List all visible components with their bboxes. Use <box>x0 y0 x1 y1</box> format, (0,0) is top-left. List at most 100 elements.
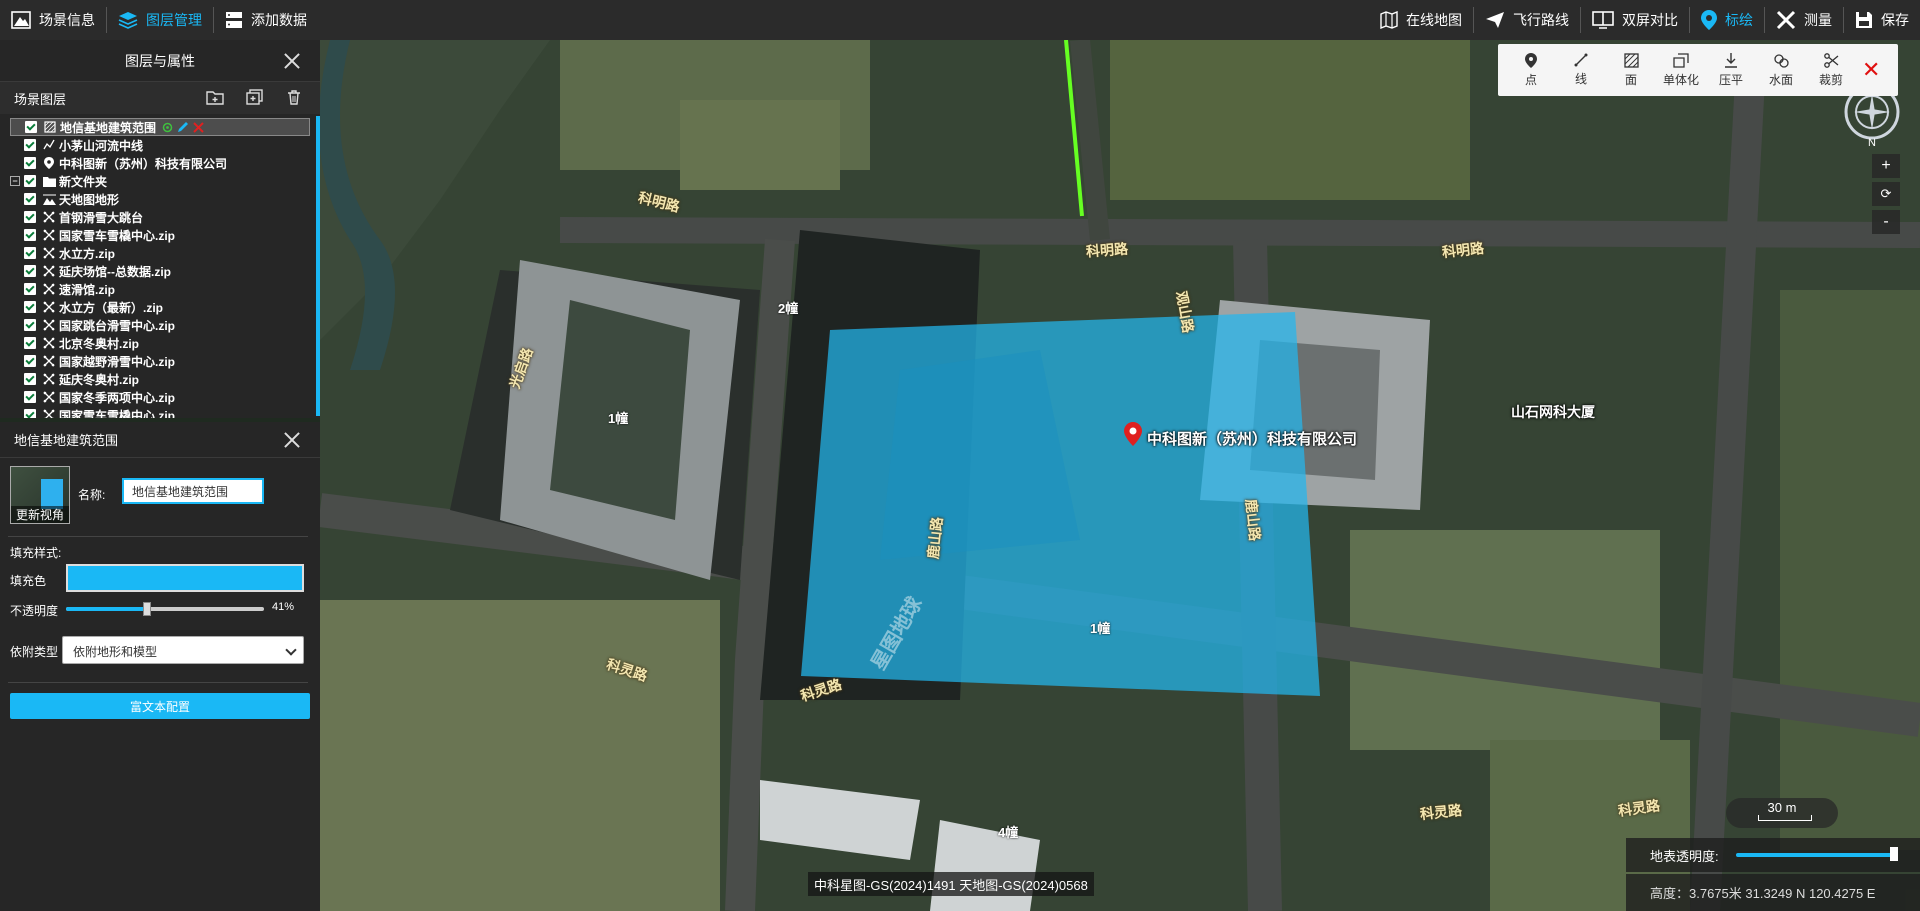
layer-item[interactable]: 国家雪车雪橇中心.zip <box>10 406 320 418</box>
add-folder-icon[interactable] <box>206 89 224 105</box>
surface-opacity-slider[interactable] <box>1736 853 1892 857</box>
zoom-out-button[interactable]: - <box>1872 210 1900 234</box>
layer-item[interactable]: 水立方（最新）.zip <box>10 298 320 316</box>
draw-draw-line-button[interactable]: 线 <box>1556 44 1606 96</box>
layer-checkbox[interactable] <box>24 301 36 313</box>
top-toolbar: 场景信息 图层管理 添加数据 在线地图 飞行路线 双屏对比 标绘 测量 保存 <box>0 0 1920 40</box>
add-layer-icon[interactable] <box>246 89 264 105</box>
poi-label[interactable]: 山石网科大厦 <box>1511 402 1595 422</box>
layer-item[interactable]: − 新文件夹 <box>10 172 320 190</box>
reset-view-button[interactable]: ⟳ <box>1872 182 1900 206</box>
layer-name: 北京冬奥村.zip <box>59 336 139 351</box>
scale-bar-line <box>1758 815 1812 821</box>
layer-item[interactable]: 国家跳台滑雪中心.zip <box>10 316 320 334</box>
layer-checkbox[interactable] <box>24 355 36 367</box>
toolbar-scene-info-button[interactable]: 场景信息 <box>0 0 106 40</box>
measure-icon <box>1776 10 1804 30</box>
opacity-value: 41% <box>272 601 295 613</box>
layer-checkbox[interactable] <box>24 337 36 349</box>
save-icon <box>1855 11 1881 29</box>
model-icon <box>42 373 56 385</box>
layer-checkbox[interactable] <box>24 409 36 418</box>
toolbar-label: 在线地图 <box>1406 12 1462 28</box>
layer-checkbox[interactable] <box>24 283 36 295</box>
layer-item[interactable]: 国家越野滑雪中心.zip <box>10 352 320 370</box>
rich-text-config-button[interactable]: 富文本配置 <box>10 693 310 719</box>
layer-item[interactable]: 地信基地建筑范围 <box>10 118 310 136</box>
draw-clip-button[interactable]: 裁剪 <box>1806 44 1856 96</box>
layer-checkbox[interactable] <box>24 319 36 331</box>
zoom-in-button[interactable]: + <box>1872 154 1900 178</box>
layer-panel-header: 图层与属性 <box>0 40 320 82</box>
layer-item[interactable]: 天地图地形 <box>10 190 320 208</box>
layer-checkbox[interactable] <box>24 373 36 385</box>
layer-item[interactable]: 中科图新（苏州）科技有限公司 <box>10 154 320 172</box>
layer-item[interactable]: 国家冬季两项中心.zip <box>10 388 320 406</box>
layer-item[interactable]: 速滑馆.zip <box>10 280 320 298</box>
layer-checkbox[interactable] <box>24 229 36 241</box>
layer-item[interactable]: 小茅山河流中线 <box>10 136 320 154</box>
collapse-icon[interactable]: − <box>10 176 20 186</box>
opacity-slider-fill <box>66 607 148 611</box>
water-icon <box>1773 53 1789 71</box>
draw-tool-label: 线 <box>1574 72 1587 86</box>
layer-item[interactable]: 延庆冬奥村.zip <box>10 370 320 388</box>
draw-water-button[interactable]: 水面 <box>1756 44 1806 96</box>
toolbar-online-map-button[interactable]: 在线地图 <box>1369 0 1473 40</box>
close-icon[interactable] <box>282 51 302 71</box>
delete-icon[interactable] <box>286 89 302 105</box>
dual-screen-icon <box>1592 11 1622 29</box>
layer-item[interactable]: 北京冬奥村.zip <box>10 334 320 352</box>
draw-line-icon <box>1574 53 1588 70</box>
toolbar-marker-button[interactable]: 标绘 <box>1690 0 1764 40</box>
view-thumbnail[interactable]: 更新视角 <box>10 466 70 524</box>
layer-item[interactable]: 水立方.zip <box>10 244 320 262</box>
fill-color-picker[interactable] <box>66 564 304 592</box>
toolbar-add-data-button[interactable]: 添加数据 <box>214 0 318 40</box>
close-draw-icon[interactable]: ✕ <box>1862 57 1880 83</box>
layer-checkbox[interactable] <box>24 211 36 223</box>
surface-opacity-label: 地表透明度: <box>1650 848 1719 864</box>
map-view[interactable]: 科明路 科明路 科明路 科灵路 科灵路 科灵路 科灵路 光启路 观山路 鹿山路 鹿山路 中科图新（苏… <box>320 40 1920 911</box>
layer-name: 国家雪车雪橇中心.zip <box>59 408 175 419</box>
surface-opacity-handle[interactable] <box>1890 847 1898 861</box>
attach-type-select[interactable]: 依附地形和模型 <box>62 636 304 664</box>
toolbar-dual-screen-button[interactable]: 双屏对比 <box>1581 0 1689 40</box>
layer-item[interactable]: 延庆场馆--总数据.zip <box>10 262 320 280</box>
layer-scrollbar[interactable] <box>316 116 320 416</box>
layer-item[interactable]: 国家雪车雪橇中心.zip <box>10 226 320 244</box>
layer-checkbox[interactable] <box>24 193 36 205</box>
layer-checkbox[interactable] <box>24 139 36 151</box>
toolbar-label: 保存 <box>1881 12 1909 28</box>
layer-checkbox[interactable] <box>25 121 37 133</box>
name-input[interactable] <box>122 478 264 504</box>
close-icon[interactable] <box>282 430 302 450</box>
draw-flatten-button[interactable]: 压平 <box>1706 44 1756 96</box>
draw-draw-point-button[interactable]: 点 <box>1506 44 1556 96</box>
draw-draw-polygon-button[interactable]: 面 <box>1606 44 1656 96</box>
toolbar-measure-button[interactable]: 测量 <box>1765 0 1843 40</box>
locate-icon[interactable] <box>162 122 173 133</box>
point-icon <box>42 157 56 169</box>
layer-name: 延庆冬奥村.zip <box>59 372 139 387</box>
opacity-slider-handle[interactable] <box>143 602 152 616</box>
layer-checkbox[interactable] <box>24 391 36 403</box>
opacity-slider[interactable] <box>66 602 264 616</box>
location-pin-icon[interactable] <box>1124 422 1142 446</box>
layer-checkbox[interactable] <box>24 157 36 169</box>
layer-checkbox[interactable] <box>24 247 36 259</box>
edit-icon[interactable] <box>177 121 189 133</box>
satellite-imagery <box>320 40 1920 911</box>
name-label: 名称: <box>78 488 106 502</box>
remove-icon[interactable] <box>193 121 204 133</box>
opacity-label: 不透明度 <box>10 604 59 618</box>
layer-checkbox[interactable] <box>24 265 36 277</box>
toolbar-layers-button[interactable]: 图层管理 <box>107 0 213 40</box>
layer-name: 国家冬季两项中心.zip <box>59 390 175 405</box>
toolbar-save-button[interactable]: 保存 <box>1844 0 1920 40</box>
poi-label[interactable]: 中科图新（苏州）科技有限公司 <box>1147 428 1357 449</box>
layer-item[interactable]: 首钢滑雪大跳台 <box>10 208 320 226</box>
layer-checkbox[interactable] <box>24 175 36 187</box>
toolbar-flight-route-button[interactable]: 飞行路线 <box>1474 0 1580 40</box>
draw-monomer-button[interactable]: 单体化 <box>1656 44 1706 96</box>
